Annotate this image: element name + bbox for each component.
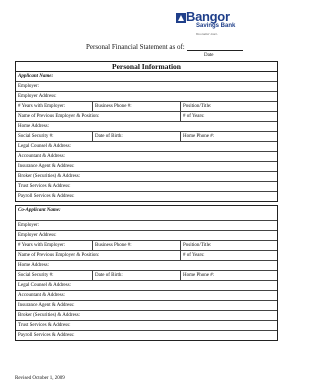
revision-note: Revised October 1, 2009 [15, 376, 65, 381]
coapplicant-home-phone-field[interactable]: Home Phone #: [180, 271, 277, 280]
coapplicant-position-field[interactable]: Position/Title: [180, 241, 277, 250]
coapplicant-insurance-field[interactable]: Insurance Agent & Address: [16, 301, 277, 310]
coapplicant-accountant-field[interactable]: Accountant & Address: [16, 291, 277, 300]
coapplicant-section: Co-Applicant Name: Employer: Employer Ad… [15, 205, 278, 341]
logo-bank-name: Savings Bank [196, 23, 236, 29]
applicant-prev-employer-field[interactable]: Name of Previous Employer & Position: [16, 112, 180, 121]
statement-heading: Personal Financial Statement as of: [86, 43, 243, 51]
coapplicant-years-field[interactable]: # of Years: [180, 251, 277, 260]
applicant-position-field[interactable]: Position/Title: [180, 102, 277, 111]
applicant-dob-field[interactable]: Date of Birth: [92, 132, 180, 141]
date-label: Date [204, 53, 214, 58]
applicant-years-field[interactable]: # of Years: [180, 112, 277, 121]
coapplicant-payroll-field[interactable]: Payroll Services & Address: [16, 331, 277, 340]
applicant-broker-field[interactable]: Broker (Securities) & Address: [16, 172, 277, 181]
applicant-legal-counsel-field[interactable]: Legal Counsel & Address: [16, 142, 277, 151]
applicant-trust-field[interactable]: Trust Services & Address: [16, 182, 277, 191]
applicant-years-employer-field[interactable]: # Years with Employer: [16, 102, 92, 111]
coapplicant-legal-counsel-field[interactable]: Legal Counsel & Address: [16, 281, 277, 290]
section-title: Personal Information [16, 62, 277, 72]
logo-brand: Bangor [186, 9, 230, 24]
coapplicant-employer-address-field[interactable]: Employer Address: [16, 231, 277, 240]
applicant-section: Personal Information Applicant Name: Emp… [15, 61, 278, 202]
coapplicant-dob-field[interactable]: Date of Birth: [92, 271, 180, 280]
applicant-payroll-field[interactable]: Payroll Services & Address: [16, 192, 277, 201]
applicant-ssn-field[interactable]: Social Security #: [16, 132, 92, 141]
bank-logo: Bangor Savings Bank You matter more. [176, 9, 246, 39]
applicant-home-phone-field[interactable]: Home Phone #: [180, 132, 277, 141]
logo-tagline: You matter more. [196, 32, 218, 36]
statement-date-field[interactable] [186, 44, 243, 51]
coapplicant-trust-field[interactable]: Trust Services & Address: [16, 321, 277, 330]
coapplicant-years-employer-field[interactable]: # Years with Employer: [16, 241, 92, 250]
coapplicant-home-address-field[interactable]: Home Address: [16, 261, 277, 270]
coapplicant-name-field[interactable]: Co-Applicant Name: [16, 206, 277, 215]
coapplicant-employer-field[interactable]: Employer: [16, 221, 277, 230]
coapplicant-broker-field[interactable]: Broker (Securities) & Address: [16, 311, 277, 320]
statement-title: Personal Financial Statement as of: [86, 43, 185, 51]
applicant-name-field[interactable]: Applicant Name: [16, 72, 277, 81]
applicant-insurance-field[interactable]: Insurance Agent & Address: [16, 162, 277, 171]
applicant-employer-address-field[interactable]: Employer Address: [16, 92, 277, 101]
coapplicant-ssn-field[interactable]: Social Security #: [16, 271, 92, 280]
logo-mark-icon [176, 13, 186, 23]
coapplicant-business-phone-field[interactable]: Business Phone #: [92, 241, 180, 250]
applicant-home-address-field[interactable]: Home Address: [16, 122, 277, 131]
applicant-employer-field[interactable]: Employer: [16, 82, 277, 91]
coapplicant-prev-employer-field[interactable]: Name of Previous Employer & Position: [16, 251, 180, 260]
applicant-accountant-field[interactable]: Accountant & Address: [16, 152, 277, 161]
applicant-business-phone-field[interactable]: Business Phone #: [92, 102, 180, 111]
